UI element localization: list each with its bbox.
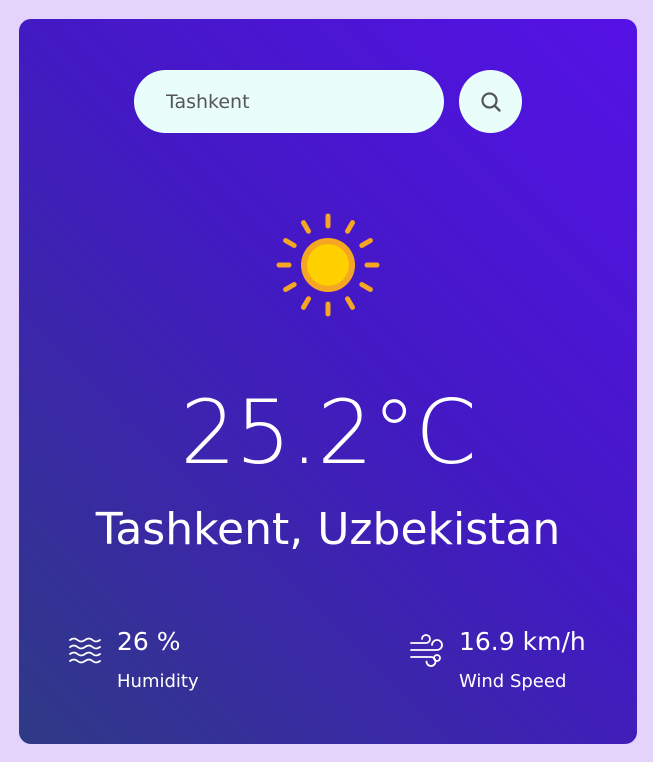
wind-icon <box>410 634 443 667</box>
search-icon <box>480 91 501 112</box>
humidity-icon <box>69 637 101 664</box>
temperature-value: 25.2°C <box>180 381 476 484</box>
search-button[interactable] <box>459 70 522 133</box>
weather-card: 25.2°C Tashkent, Uzbekistan 26 % Humidit… <box>19 19 637 744</box>
sun-icon <box>276 213 380 317</box>
wind-speed-value: 16.9 km/h <box>459 627 586 656</box>
wind-speed-label: Wind Speed <box>459 671 567 692</box>
search-input[interactable] <box>134 70 444 133</box>
humidity-label: Humidity <box>117 671 199 692</box>
location-name: Tashkent, Uzbekistan <box>95 504 561 555</box>
humidity-value: 26 % <box>117 627 181 656</box>
wind-detail: 16.9 km/h Wind Speed <box>409 627 586 693</box>
humidity-detail: 26 % Humidity <box>67 627 199 693</box>
search-bar <box>134 70 523 133</box>
